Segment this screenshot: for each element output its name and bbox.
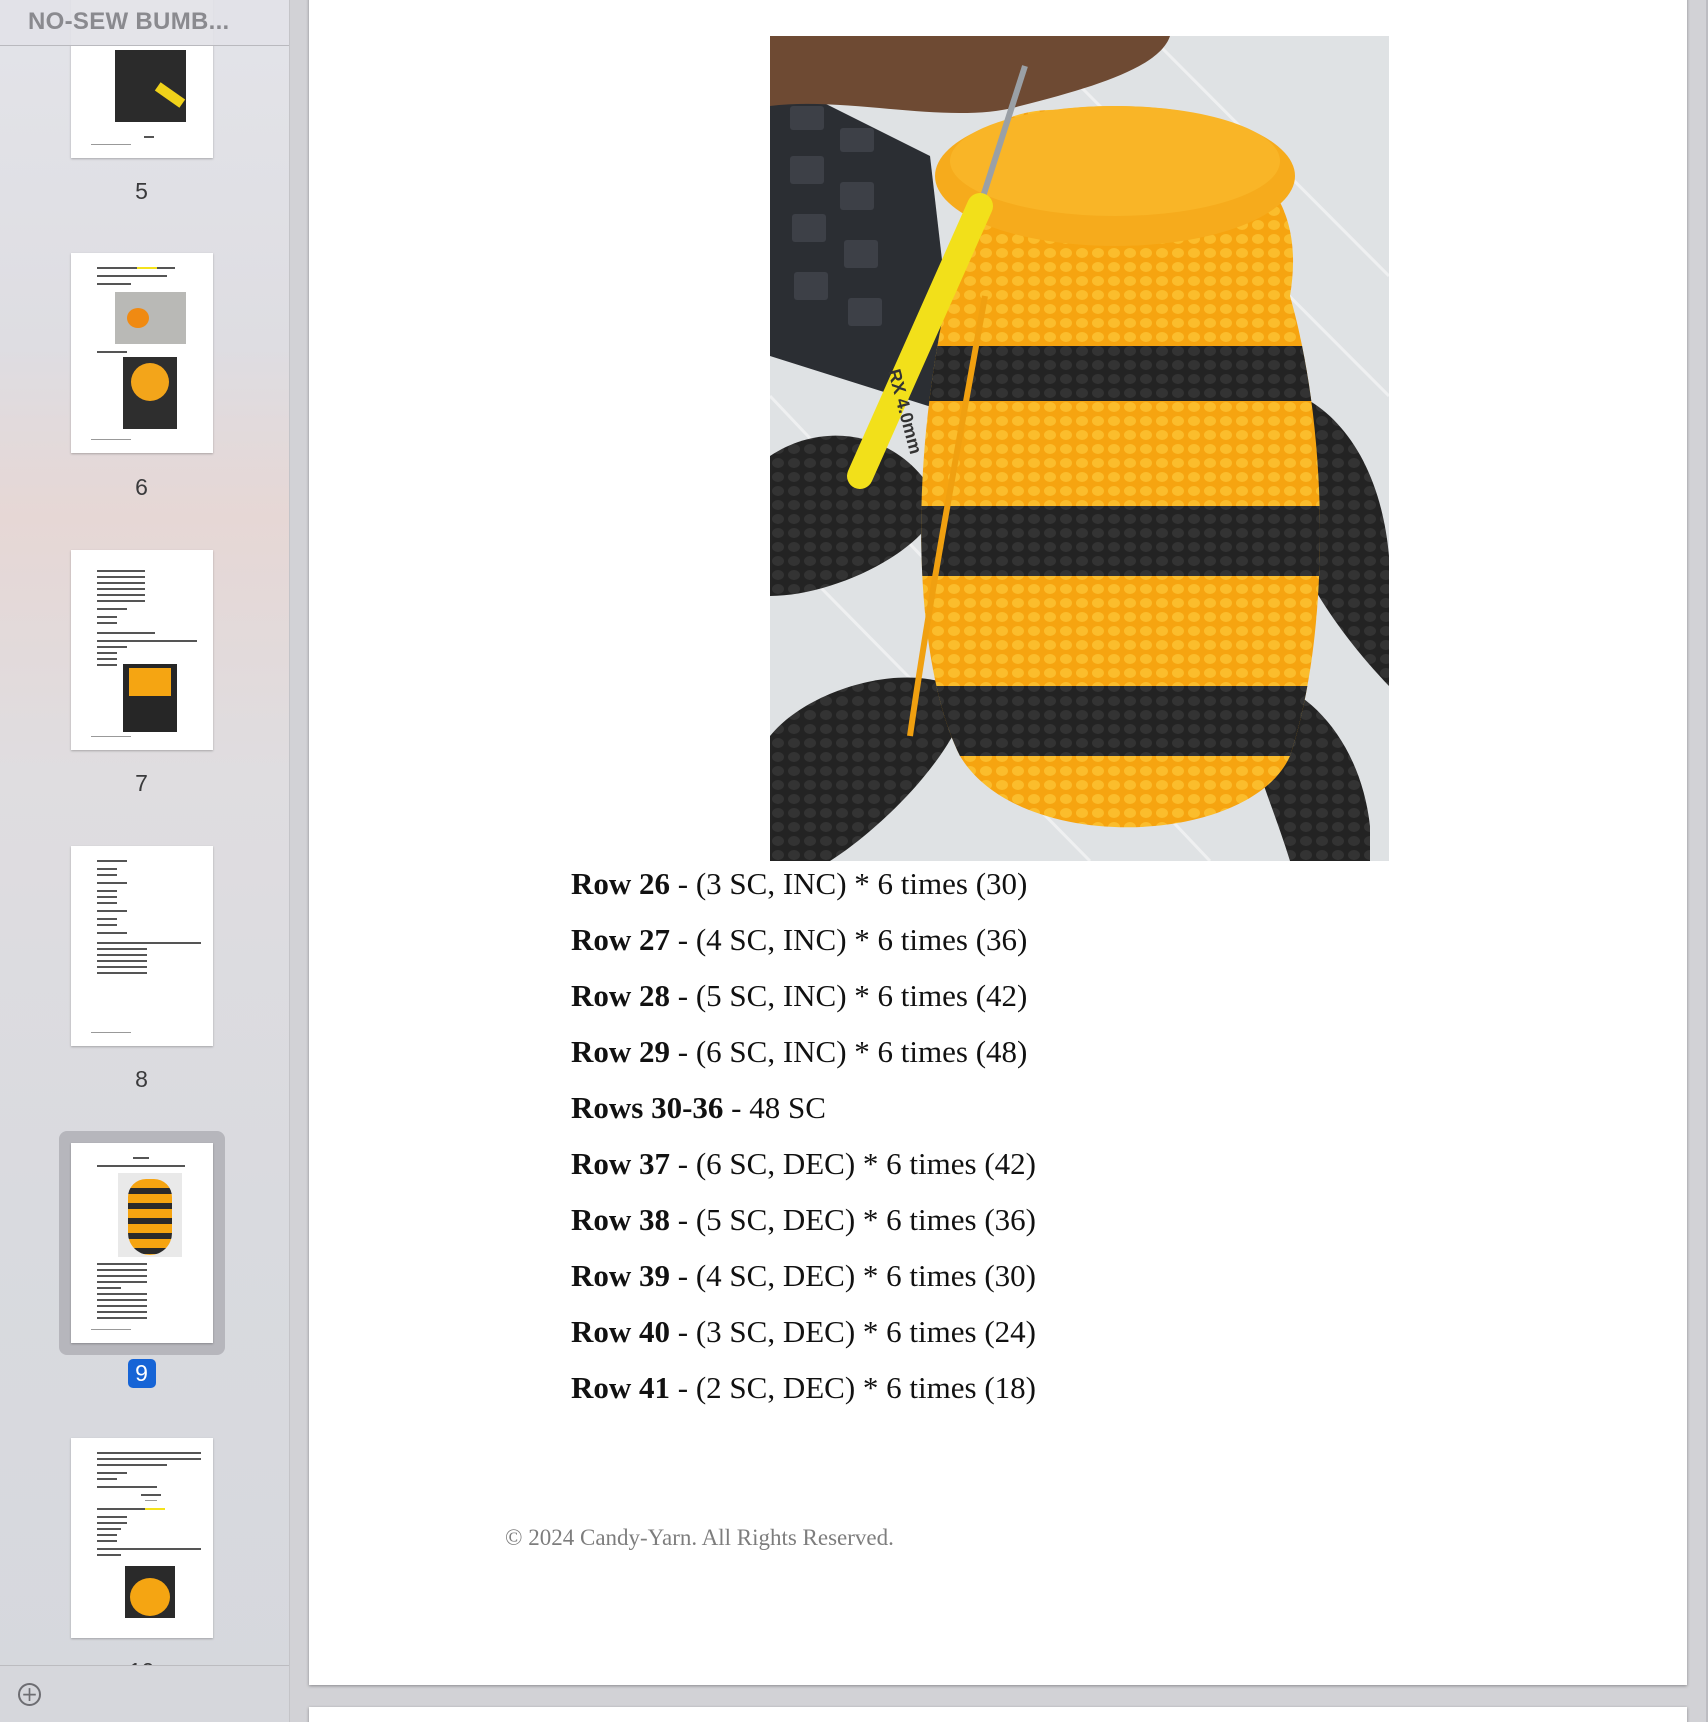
thumbnail-card[interactable] [71,253,213,453]
thumbnail-page-number: 5 [135,178,148,204]
copyright-footer: © 2024 Candy-Yarn. All Rights Reserved. [505,1525,894,1550]
instruction-row: Row 26 - (3 SC, INC) * 6 times (30) [571,866,1028,901]
sidebar-document-title-bar: NO-SEW BUMB... [0,0,289,46]
document-viewer[interactable]: RX 4.0mm Row 26 - (3 SC, INC) * 6 times … [290,0,1708,1722]
instruction-row: Row 27 - (4 SC, INC) * 6 times (36) [571,922,1028,957]
document-title: NO-SEW BUMB... [28,8,230,35]
thumbnail-page-number: 8 [135,1066,148,1092]
thumbnail-sidebar: 5 6 7 8 9 NO-SEW BUMB... + [0,0,290,1722]
thumbnail-image [125,1566,175,1618]
thumbnail-image [118,1173,182,1257]
thumbnail-image [123,664,177,732]
plus-circle-icon[interactable]: + [18,1683,41,1706]
instruction-row: Rows 30-36 - 48 SC [571,1090,826,1125]
instruction-row: Row 37 - (6 SC, DEC) * 6 times (42) [571,1146,1036,1181]
thumbnail-card[interactable] [71,550,213,750]
instruction-row: Row 40 - (3 SC, DEC) * 6 times (24) [571,1314,1036,1349]
instruction-row: Row 41 - (2 SC, DEC) * 6 times (18) [571,1370,1036,1405]
thumbnail-image [115,50,186,122]
row-instructions: Row 26 - (3 SC, INC) * 6 times (30) Row … [571,856,1036,1416]
thumbnail-image [123,357,177,429]
thumbnail-image [115,292,186,344]
thumbnail-card[interactable] [71,846,213,1046]
instruction-row: Row 39 - (4 SC, DEC) * 6 times (30) [571,1258,1036,1293]
instruction-row: Row 29 - (6 SC, INC) * 6 times (48) [571,1034,1028,1069]
thumbnail-list[interactable]: 5 6 7 8 9 [0,0,289,1665]
thumbnail-page-number-selected: 9 [0,1359,283,1388]
instruction-row: Row 38 - (5 SC, DEC) * 6 times (36) [571,1202,1036,1237]
pdf-page-9: RX 4.0mm Row 26 - (3 SC, INC) * 6 times … [309,0,1687,1685]
thumbnail-card[interactable] [71,1143,213,1343]
thumbnail-page-number: 10 [0,1658,283,1665]
instruction-row: Row 28 - (5 SC, INC) * 6 times (42) [571,978,1028,1013]
bee-body-photo: RX 4.0mm [770,36,1389,861]
thumbnail-page-number: 7 [135,770,148,796]
thumbnail-card[interactable] [71,1438,213,1638]
sidebar-footer: + [0,1665,289,1722]
pdf-page-10-top [309,1707,1687,1722]
thumbnail-page-number: 6 [135,474,148,500]
